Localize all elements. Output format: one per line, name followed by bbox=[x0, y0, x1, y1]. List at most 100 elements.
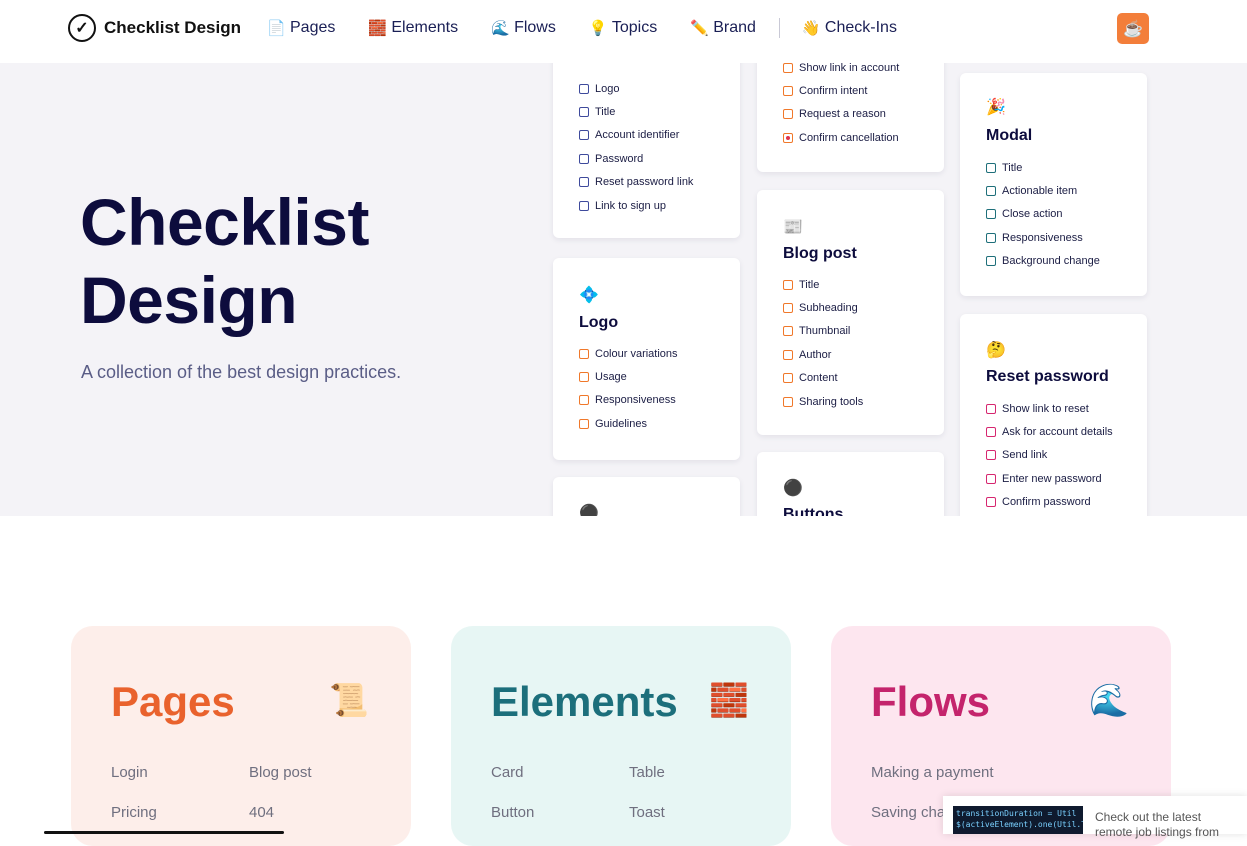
checkbox-icon bbox=[783, 279, 793, 290]
checkbox-icon bbox=[783, 373, 793, 384]
section-link-button[interactable]: Button bbox=[491, 804, 534, 821]
checklist-item: Content bbox=[783, 367, 863, 390]
checklist-card-reset-password[interactable]: 🤔 Reset password Show link to reset Ask … bbox=[960, 314, 1147, 516]
checkbox-icon bbox=[986, 427, 996, 438]
checkbox-icon bbox=[579, 372, 589, 383]
hero-section: Logo Title Account identifier Password R… bbox=[0, 63, 1247, 516]
checklist-item: Show link to reset bbox=[986, 397, 1113, 420]
check-circle-icon: ✓ bbox=[68, 14, 96, 42]
party-popper-icon: 🎉 bbox=[986, 99, 1006, 116]
checklist-item: Account identifier bbox=[579, 124, 693, 147]
checklist-item: Colour variations bbox=[579, 342, 678, 365]
nav-divider bbox=[778, 18, 780, 38]
diamond-icon: 💠 bbox=[579, 287, 599, 304]
checkbox-icon bbox=[783, 109, 793, 120]
brand-logo[interactable]: ✓ Checklist Design bbox=[68, 13, 241, 43]
section-link-toast[interactable]: Toast bbox=[629, 804, 665, 821]
section-card-elements[interactable]: Elements 🧱 Card Table Button Toast bbox=[451, 626, 791, 846]
card-title: Logo bbox=[579, 314, 619, 331]
checkbox-icon bbox=[986, 162, 996, 173]
buy-me-a-coffee-button[interactable]: ☕ bbox=[1117, 13, 1149, 44]
nav-link-pages[interactable]: 📄 Pages bbox=[267, 19, 335, 37]
checkbox-icon bbox=[986, 186, 996, 197]
checkbox-icon bbox=[579, 107, 589, 118]
checklist-item: Actionable item bbox=[986, 179, 1100, 202]
nav-link-elements[interactable]: 🧱 Elements bbox=[368, 19, 458, 37]
hero-title: Checklist Design bbox=[80, 185, 369, 337]
checklist-items: Colour variations Usage Responsiveness G… bbox=[579, 342, 678, 436]
card-title: Buttons bbox=[783, 506, 844, 516]
nav-link-label: Elements bbox=[391, 19, 459, 36]
section-link-saving-changes[interactable]: Saving cha bbox=[871, 804, 945, 821]
hero-subtitle: A collection of the best design practice… bbox=[81, 362, 402, 382]
section-link-pricing[interactable]: Pricing bbox=[111, 804, 157, 821]
checkbox-icon bbox=[579, 130, 589, 141]
checklist-card-modal[interactable]: 🎉 Modal Title Actionable item Close acti… bbox=[960, 73, 1147, 296]
checklist-item: Close action bbox=[986, 203, 1100, 226]
checklist-card-logo[interactable]: 💠 Logo Colour variations Usage Responsiv… bbox=[553, 258, 740, 460]
nav-link-check-ins[interactable]: 👋 Check-Ins bbox=[802, 19, 897, 37]
checklist-item: Title bbox=[986, 156, 1100, 179]
checklist-items: Logo Title Account identifier Password R… bbox=[579, 77, 693, 217]
nav-link-label: Flows bbox=[514, 19, 556, 36]
nav-link-label: Pages bbox=[290, 19, 336, 36]
checkbox-icon bbox=[783, 303, 793, 314]
checkbox-icon bbox=[986, 497, 996, 508]
nav-link-label: Topics bbox=[611, 19, 658, 36]
section-link-404[interactable]: 404 bbox=[249, 804, 274, 821]
section-card-pages[interactable]: Pages 📜 Login Blog post Pricing 404 bbox=[71, 626, 411, 846]
checklist-item: Send link bbox=[986, 444, 1113, 467]
checklist-card-partial[interactable]: ⚫ bbox=[553, 477, 740, 516]
checklist-card-login[interactable]: Logo Title Account identifier Password R… bbox=[553, 63, 740, 238]
checklist-item: Show link in account bbox=[783, 63, 899, 79]
bricks-icon: 🧱 bbox=[368, 20, 388, 37]
checklist-item: Title bbox=[579, 100, 693, 123]
checklist-card-buttons[interactable]: ⚫ Buttons bbox=[757, 452, 944, 516]
ad-text: Check out the latest remote job listings… bbox=[1095, 810, 1220, 839]
checklist-item: Logo bbox=[579, 77, 693, 100]
nav-link-topics[interactable]: 💡 Topics bbox=[589, 19, 657, 37]
checkbox-icon bbox=[783, 396, 793, 407]
page-icon: 📄 bbox=[267, 20, 286, 37]
checklist-item: Author bbox=[783, 343, 863, 366]
checklist-item: Usage bbox=[579, 365, 678, 388]
checklist-item: Guidelines bbox=[579, 412, 678, 435]
checklist-card-cancel-subscription[interactable]: Show link in account Confirm intent Requ… bbox=[757, 63, 944, 172]
checklist-item: Password bbox=[579, 147, 693, 170]
checked-checkbox-icon bbox=[783, 132, 793, 143]
checklist-items: Title Actionable item Close action Respo… bbox=[986, 156, 1100, 273]
bricks-icon: 🧱 bbox=[709, 682, 749, 718]
pencil-icon: ✏️ bbox=[690, 20, 709, 37]
waving-hand-icon: 👋 bbox=[801, 20, 821, 37]
checklist-item: Subheading bbox=[783, 296, 863, 319]
checkbox-icon bbox=[986, 232, 996, 243]
brand-name: Checklist Design bbox=[104, 18, 241, 37]
thinking-face-icon: 🤔 bbox=[986, 342, 1006, 359]
section-link-blog-post[interactable]: Blog post bbox=[249, 764, 312, 781]
nav-links: 📄 Pages 🧱 Elements 🌊 Flows 💡 Topics ✏️ B… bbox=[267, 14, 930, 42]
ad-banner[interactable]: transitionDuration = Util $(activeElemen… bbox=[943, 796, 1247, 839]
nav-link-brand[interactable]: ✏️ Brand bbox=[690, 19, 756, 37]
section-link-login[interactable]: Login bbox=[111, 764, 148, 781]
lightbulb-icon: 💡 bbox=[588, 20, 608, 37]
checklist-item: Sharing tools bbox=[783, 390, 863, 413]
checklist-items: Show link in account Confirm intent Requ… bbox=[783, 63, 899, 150]
checkbox-icon bbox=[986, 256, 996, 267]
section-link-making-a-payment[interactable]: Making a payment bbox=[871, 764, 994, 781]
checklist-card-blog-post[interactable]: 📰 Blog post Title Subheading Thumbnail A… bbox=[757, 190, 944, 435]
checklist-item: Reset password link bbox=[579, 171, 693, 194]
checkbox-icon bbox=[986, 209, 996, 220]
coffee-cup-icon: ☕ bbox=[1123, 20, 1143, 38]
checkbox-icon bbox=[579, 83, 589, 94]
nav-link-flows[interactable]: 🌊 Flows bbox=[491, 19, 556, 37]
section-link-table[interactable]: Table bbox=[629, 764, 665, 781]
nav-link-label: Check-Ins bbox=[824, 19, 897, 36]
checkbox-icon bbox=[579, 418, 589, 429]
checkbox-icon bbox=[783, 349, 793, 360]
checklist-item: Background change bbox=[986, 250, 1100, 273]
checkbox-icon bbox=[579, 395, 589, 406]
checklist-item: Responsiveness bbox=[986, 226, 1100, 249]
section-link-card[interactable]: Card bbox=[491, 764, 524, 781]
checkbox-icon bbox=[986, 450, 996, 461]
section-title: Flows bbox=[871, 678, 991, 725]
